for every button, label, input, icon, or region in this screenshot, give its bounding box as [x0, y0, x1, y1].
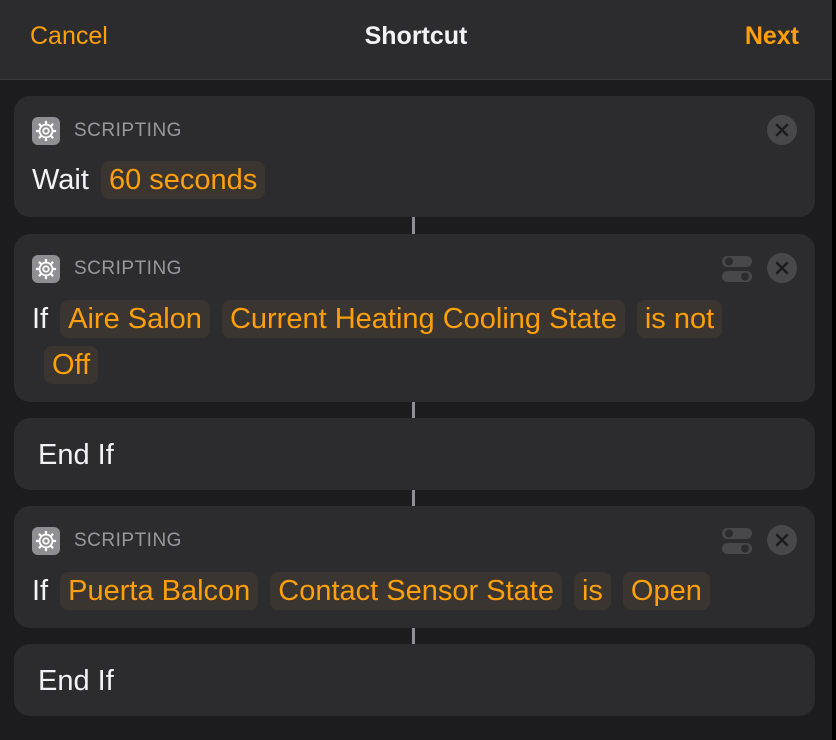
action-header: SCRIPTING: [32, 254, 182, 284]
value-token[interactable]: Open: [622, 572, 710, 610]
remove-action-button[interactable]: [767, 253, 797, 283]
action-header: SCRIPTING: [32, 116, 182, 146]
action-category: SCRIPTING: [74, 120, 182, 141]
if-action-card[interactable]: SCRIPTING If Aire Salon Current Heating …: [14, 234, 815, 402]
duration-token[interactable]: 60 seconds: [100, 161, 266, 199]
action-header: SCRIPTING: [32, 526, 182, 556]
value-token[interactable]: Off: [44, 346, 99, 384]
action-category: SCRIPTING: [74, 258, 182, 279]
action-keyword: If: [32, 575, 49, 607]
action-keyword: If: [32, 303, 49, 335]
toggle-options-icon[interactable]: [721, 253, 753, 285]
navigation-bar: Shortcut Cancel Next: [0, 0, 832, 80]
property-token[interactable]: Current Heating Cooling State: [221, 300, 625, 338]
end-if-label: End If: [38, 439, 114, 471]
remove-action-button[interactable]: [767, 115, 797, 145]
action-category: SCRIPTING: [74, 530, 182, 551]
close-icon: [775, 123, 789, 137]
flow-connector: [412, 490, 415, 506]
property-token[interactable]: Contact Sensor State: [270, 572, 562, 610]
device-token[interactable]: Aire Salon: [60, 300, 210, 338]
cancel-button[interactable]: Cancel: [30, 20, 108, 52]
flow-connector: [412, 402, 415, 418]
gear-icon: [32, 527, 60, 555]
device-token[interactable]: Puerta Balcon: [60, 572, 259, 610]
condition-line-1: If Aire Salon Current Heating Cooling St…: [32, 300, 734, 338]
action-keyword: Wait: [32, 164, 89, 196]
gear-icon: [32, 117, 60, 145]
next-button[interactable]: Next: [745, 20, 799, 52]
action-parameters: Wait 60 seconds: [32, 161, 277, 199]
end-if-card[interactable]: End If: [14, 644, 815, 716]
toggle-options-icon[interactable]: [721, 525, 753, 557]
close-icon: [775, 261, 789, 275]
gear-icon: [32, 255, 60, 283]
close-icon: [775, 533, 789, 547]
operator-token[interactable]: is not: [636, 300, 723, 338]
flow-connector: [412, 628, 415, 644]
end-if-card[interactable]: End If: [14, 418, 815, 490]
operator-token[interactable]: is: [573, 572, 611, 610]
page-title: Shortcut: [364, 22, 468, 50]
condition-line-1: If Puerta Balcon Contact Sensor State is…: [32, 572, 722, 610]
scrollbar[interactable]: [832, 0, 836, 740]
condition-line-2: Off: [44, 346, 110, 384]
wait-action-card[interactable]: SCRIPTING Wait 60 seconds: [14, 96, 815, 217]
if-action-card[interactable]: SCRIPTING If Puerta Balcon Contact Senso…: [14, 506, 815, 628]
remove-action-button[interactable]: [767, 525, 797, 555]
end-if-label: End If: [38, 665, 114, 697]
flow-connector: [412, 217, 415, 234]
